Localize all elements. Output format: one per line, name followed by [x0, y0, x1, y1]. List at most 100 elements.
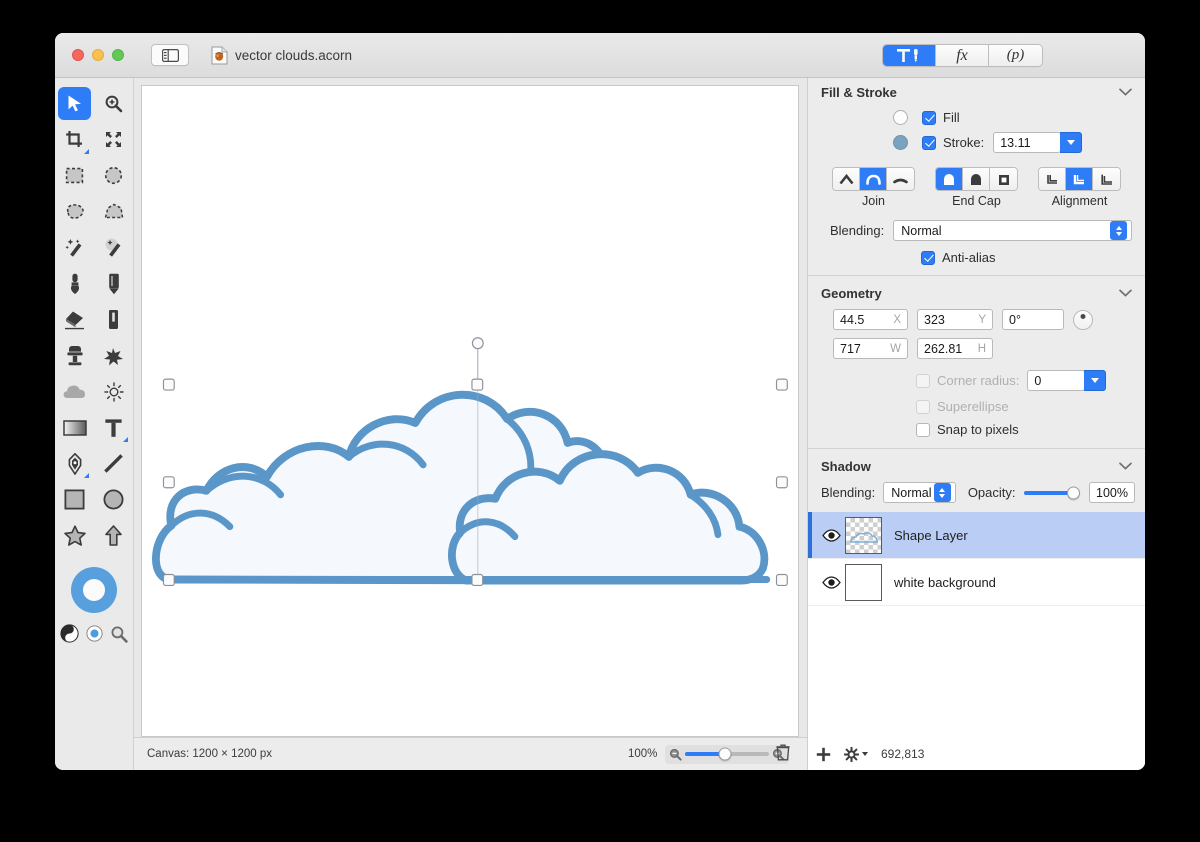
ellipse-tool[interactable]: [97, 483, 130, 516]
canvas-size-label: Canvas: 1200 × 1200 px: [147, 748, 272, 760]
chevron-down-icon[interactable]: [1119, 85, 1132, 99]
stroke-color-well[interactable]: [71, 567, 117, 613]
bezier-pen-tool[interactable]: [58, 447, 91, 480]
stroke-color-swatch[interactable]: [893, 135, 908, 150]
instant-alpha-tool[interactable]: [97, 231, 130, 264]
geometry-height-input[interactable]: 262.81 H: [917, 338, 993, 359]
tab-presets[interactable]: (p): [989, 45, 1042, 66]
geometry-x-input[interactable]: 44.5 X: [833, 309, 908, 330]
shadow-opacity-thumb[interactable]: [1067, 486, 1081, 499]
corner-radius-input[interactable]: 0: [1027, 370, 1086, 391]
shadow-blending-dropdown[interactable]: Normal: [883, 482, 956, 503]
endcap-square-button[interactable]: [990, 168, 1017, 190]
endcap-round-button[interactable]: [936, 168, 963, 190]
line-tool[interactable]: [97, 447, 130, 480]
sidebar-toggle-button[interactable]: [151, 44, 189, 66]
section-header-fill-stroke[interactable]: Fill & Stroke: [808, 78, 1145, 106]
delete-layer-button[interactable]: [776, 744, 790, 764]
geometry-width-input[interactable]: 717 W: [833, 338, 908, 359]
minimize-button[interactable]: [92, 49, 104, 61]
inspector-mode-segmented-control[interactable]: fx (p): [882, 44, 1043, 67]
zoom-slider-track[interactable]: [685, 747, 770, 761]
corner-radius-dropdown-button[interactable]: [1084, 370, 1107, 391]
lasso-tool[interactable]: [58, 195, 91, 228]
layer-actions-menu[interactable]: [844, 746, 868, 762]
endcap-butt-button[interactable]: [963, 168, 990, 190]
fill-checkbox[interactable]: [922, 110, 936, 125]
stroke-checkbox[interactable]: [922, 135, 936, 150]
alignment-outside-button[interactable]: [1093, 168, 1120, 190]
cloud-vector-shape[interactable]: [142, 86, 798, 736]
layers-list[interactable]: Shape Layer white background: [808, 512, 1145, 770]
anti-alias-checkbox[interactable]: [921, 250, 935, 265]
geometry-rotation-input[interactable]: 0°: [1002, 309, 1064, 330]
polygon-select-tool[interactable]: [97, 195, 130, 228]
superellipse-checkbox[interactable]: [916, 399, 930, 414]
marker-tool[interactable]: [97, 303, 130, 336]
layer-visibility-toggle[interactable]: [817, 528, 845, 542]
alignment-center-button[interactable]: [1066, 168, 1093, 190]
join-segmented-control[interactable]: [832, 167, 915, 191]
crop-tool[interactable]: [58, 123, 91, 156]
blur-tool[interactable]: [58, 375, 91, 408]
stroke-width-input[interactable]: 13.11: [993, 132, 1062, 153]
stepper-icon[interactable]: [1110, 221, 1127, 240]
join-miter-button[interactable]: [833, 168, 860, 190]
tab-filters[interactable]: fx: [936, 45, 989, 66]
rotation-knob[interactable]: [1073, 309, 1093, 330]
zoom-tool[interactable]: [97, 87, 130, 120]
stroke-blending-dropdown[interactable]: Normal: [893, 220, 1132, 241]
star-tool[interactable]: [58, 519, 91, 552]
maximize-button[interactable]: [112, 49, 124, 61]
zoom-slider-thumb[interactable]: [718, 747, 732, 761]
layer-row-white-background[interactable]: white background: [808, 559, 1145, 606]
color-picker-button[interactable]: [84, 623, 105, 644]
chevron-down-icon[interactable]: [1119, 286, 1132, 300]
document-canvas[interactable]: [141, 85, 799, 737]
endcap-segmented-control[interactable]: [935, 167, 1018, 191]
eraser-tool[interactable]: [58, 303, 91, 336]
gradient-tool[interactable]: [58, 411, 91, 444]
geometry-y-input[interactable]: 323 Y: [917, 309, 993, 330]
shadow-opacity-slider[interactable]: [1023, 486, 1081, 499]
transform-tool[interactable]: [97, 123, 130, 156]
fill-color-swatch[interactable]: [893, 110, 908, 125]
corner-radius-checkbox[interactable]: [916, 373, 930, 388]
alignment-inside-button[interactable]: [1039, 168, 1066, 190]
layer-row-shape-layer[interactable]: Shape Layer: [808, 512, 1145, 559]
stepper-icon[interactable]: [933, 483, 951, 502]
chevron-down-icon[interactable]: [1119, 459, 1132, 473]
alignment-segmented-control[interactable]: [1038, 167, 1121, 191]
section-header-shadow[interactable]: Shadow: [808, 452, 1145, 480]
brush-tool[interactable]: [58, 267, 91, 300]
dodge-burn-tool[interactable]: [97, 375, 130, 408]
move-tool[interactable]: [58, 87, 91, 120]
magnifier-minus-icon[interactable]: [669, 748, 683, 761]
layer-name-label[interactable]: Shape Layer: [894, 528, 968, 543]
magic-wand-tool[interactable]: [58, 231, 91, 264]
rectangular-select-tool[interactable]: [58, 159, 91, 192]
tab-tools[interactable]: [883, 45, 936, 66]
default-colors-button[interactable]: [59, 623, 80, 644]
loupe-button[interactable]: [109, 623, 130, 644]
clone-stamp-tool[interactable]: [58, 339, 91, 372]
join-bevel-button[interactable]: [887, 168, 914, 190]
elliptical-select-tool[interactable]: [97, 159, 130, 192]
snap-to-pixels-checkbox[interactable]: [916, 422, 930, 437]
layer-name-label[interactable]: white background: [894, 575, 996, 590]
superellipse-label: Superellipse: [937, 399, 1009, 414]
smudge-tool[interactable]: [97, 339, 130, 372]
rectangle-tool[interactable]: [58, 483, 91, 516]
eye-icon: [821, 575, 841, 589]
close-button[interactable]: [72, 49, 84, 61]
plus-icon[interactable]: [816, 747, 831, 762]
pencil-tool[interactable]: [97, 267, 130, 300]
stroke-width-dropdown-button[interactable]: [1060, 132, 1083, 153]
join-round-button[interactable]: [860, 168, 887, 190]
text-tool[interactable]: [97, 411, 130, 444]
shadow-opacity-input[interactable]: 100%: [1089, 482, 1135, 503]
zoom-slider[interactable]: [665, 744, 790, 764]
arrow-shape-tool[interactable]: [97, 519, 130, 552]
layer-visibility-toggle[interactable]: [817, 575, 845, 589]
section-header-geometry[interactable]: Geometry: [808, 279, 1145, 307]
